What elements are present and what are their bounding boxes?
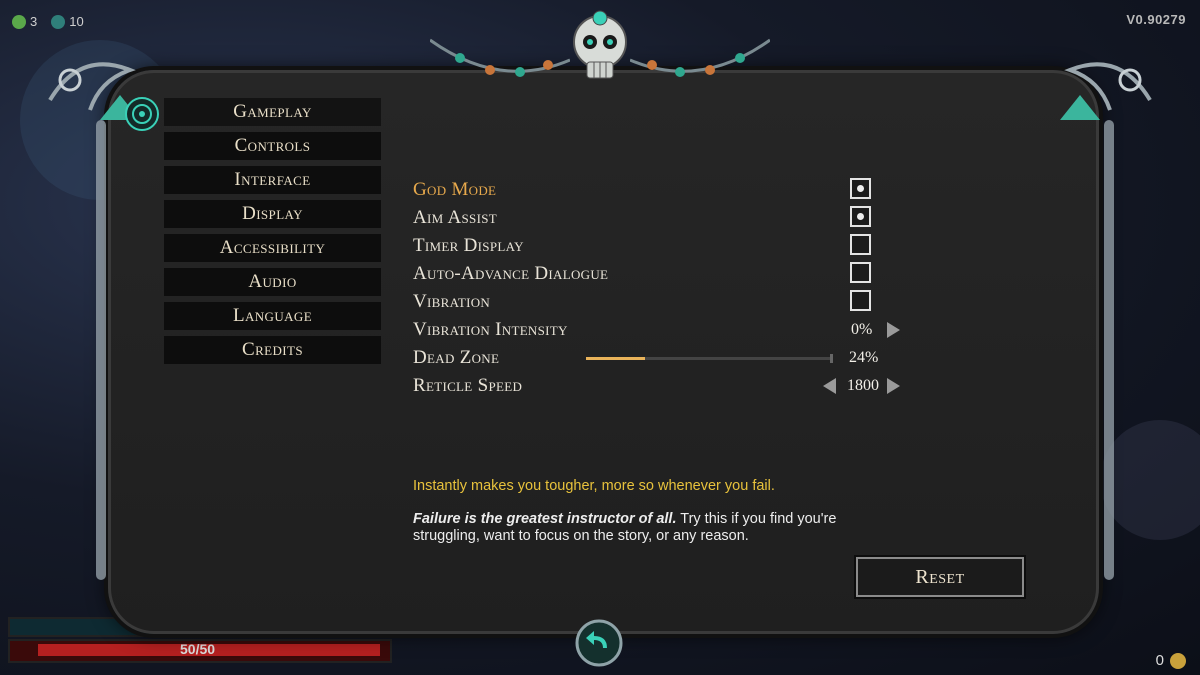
dead-zone-slider-end bbox=[830, 354, 833, 363]
version-label: V0.90279 bbox=[1126, 12, 1186, 27]
back-arrow-icon[interactable] bbox=[574, 618, 624, 668]
description-lore-bold: Failure is the greatest instructor of al… bbox=[413, 511, 677, 527]
setting-row-vibration[interactable]: Vibration bbox=[413, 288, 913, 316]
health-bar: 50/50 bbox=[8, 639, 392, 663]
ornament-top-left-icon bbox=[48, 62, 140, 120]
vibration-intensity-right-arrow-icon[interactable] bbox=[887, 322, 900, 338]
gold-value: 0 bbox=[1155, 652, 1164, 669]
reset-button[interactable]: Reset bbox=[854, 555, 1026, 599]
setting-row-auto-advance[interactable]: Auto-Advance Dialogue bbox=[413, 260, 913, 288]
reticle-speed-value: 1800 bbox=[847, 377, 879, 394]
health-value: 50/50 bbox=[180, 641, 216, 657]
aim-assist-checkbox[interactable] bbox=[850, 206, 871, 227]
setting-label-god-mode: God Mode bbox=[413, 179, 497, 200]
setting-row-vibration-intensity[interactable]: Vibration Intensity 0% bbox=[413, 316, 913, 344]
setting-label-vibration-intensity: Vibration Intensity bbox=[413, 319, 568, 340]
setting-label-reticle-speed: Reticle Speed bbox=[413, 375, 523, 396]
setting-label-timer-display: Timer Display bbox=[413, 235, 524, 256]
frame-vine-right bbox=[1104, 120, 1114, 580]
description-lore: Failure is the greatest instructor of al… bbox=[413, 511, 853, 545]
hud-counter-2: 10 bbox=[51, 14, 84, 29]
setting-label-aim-assist: Aim Assist bbox=[413, 207, 497, 228]
skull-crest-icon bbox=[573, 10, 627, 79]
nav-item-interface[interactable]: Interface bbox=[164, 166, 381, 194]
hud-counters: 3 10 bbox=[12, 14, 84, 29]
setting-row-aim-assist[interactable]: Aim Assist bbox=[413, 204, 913, 232]
settings-list: God Mode Aim Assist Timer Display Auto-A… bbox=[413, 176, 913, 400]
reticle-speed-right-arrow-icon[interactable] bbox=[887, 378, 900, 394]
setting-row-timer-display[interactable]: Timer Display bbox=[413, 232, 913, 260]
nav-item-accessibility[interactable]: Accessibility bbox=[164, 234, 381, 262]
vibration-checkbox[interactable] bbox=[850, 290, 871, 311]
hud-counter-1: 3 bbox=[12, 14, 37, 29]
settings-nav: Gameplay Controls Interface Display Acce… bbox=[164, 98, 381, 364]
gold-counter: 0 bbox=[1156, 652, 1186, 669]
setting-label-dead-zone: Dead Zone bbox=[413, 347, 500, 368]
nav-item-language[interactable]: Language bbox=[164, 302, 381, 330]
green-orb-icon bbox=[12, 14, 26, 29]
frame-vine-left bbox=[96, 120, 106, 580]
coin-icon bbox=[1170, 652, 1186, 669]
gameplay-emblem-icon bbox=[125, 97, 159, 131]
vibration-intensity-value: 0% bbox=[851, 321, 873, 338]
setting-row-god-mode[interactable]: God Mode bbox=[413, 176, 913, 204]
timer-display-checkbox[interactable] bbox=[850, 234, 871, 255]
garland-right-icon bbox=[630, 38, 770, 77]
nav-item-gameplay[interactable]: Gameplay bbox=[164, 98, 381, 126]
description-hint: Instantly makes you tougher, more so whe… bbox=[413, 478, 775, 494]
nav-item-display[interactable]: Display bbox=[164, 200, 381, 228]
teal-orb-icon bbox=[51, 14, 66, 29]
hud-counter-1-value: 3 bbox=[30, 14, 38, 29]
background-glow bbox=[1100, 420, 1200, 540]
auto-advance-checkbox[interactable] bbox=[850, 262, 871, 283]
setting-label-auto-advance: Auto-Advance Dialogue bbox=[413, 263, 609, 284]
nav-item-controls[interactable]: Controls bbox=[164, 132, 381, 160]
reticle-speed-left-arrow-icon[interactable] bbox=[823, 378, 836, 394]
nav-item-audio[interactable]: Audio bbox=[164, 268, 381, 296]
dead-zone-slider[interactable] bbox=[586, 354, 833, 363]
garland-left-icon bbox=[430, 38, 570, 77]
god-mode-checkbox[interactable] bbox=[850, 178, 871, 199]
setting-description: Instantly makes you tougher, more so whe… bbox=[413, 478, 853, 545]
hud-counter-2-value: 10 bbox=[69, 14, 84, 29]
ornament-top-right-icon bbox=[1060, 62, 1152, 120]
setting-row-dead-zone[interactable]: Dead Zone 24% bbox=[413, 344, 913, 372]
setting-row-reticle-speed[interactable]: Reticle Speed 1800 bbox=[413, 372, 913, 400]
dead-zone-slider-fill bbox=[586, 357, 645, 360]
dead-zone-value: 24% bbox=[849, 349, 879, 366]
setting-label-vibration: Vibration bbox=[413, 291, 491, 312]
nav-item-credits[interactable]: Credits bbox=[164, 336, 381, 364]
